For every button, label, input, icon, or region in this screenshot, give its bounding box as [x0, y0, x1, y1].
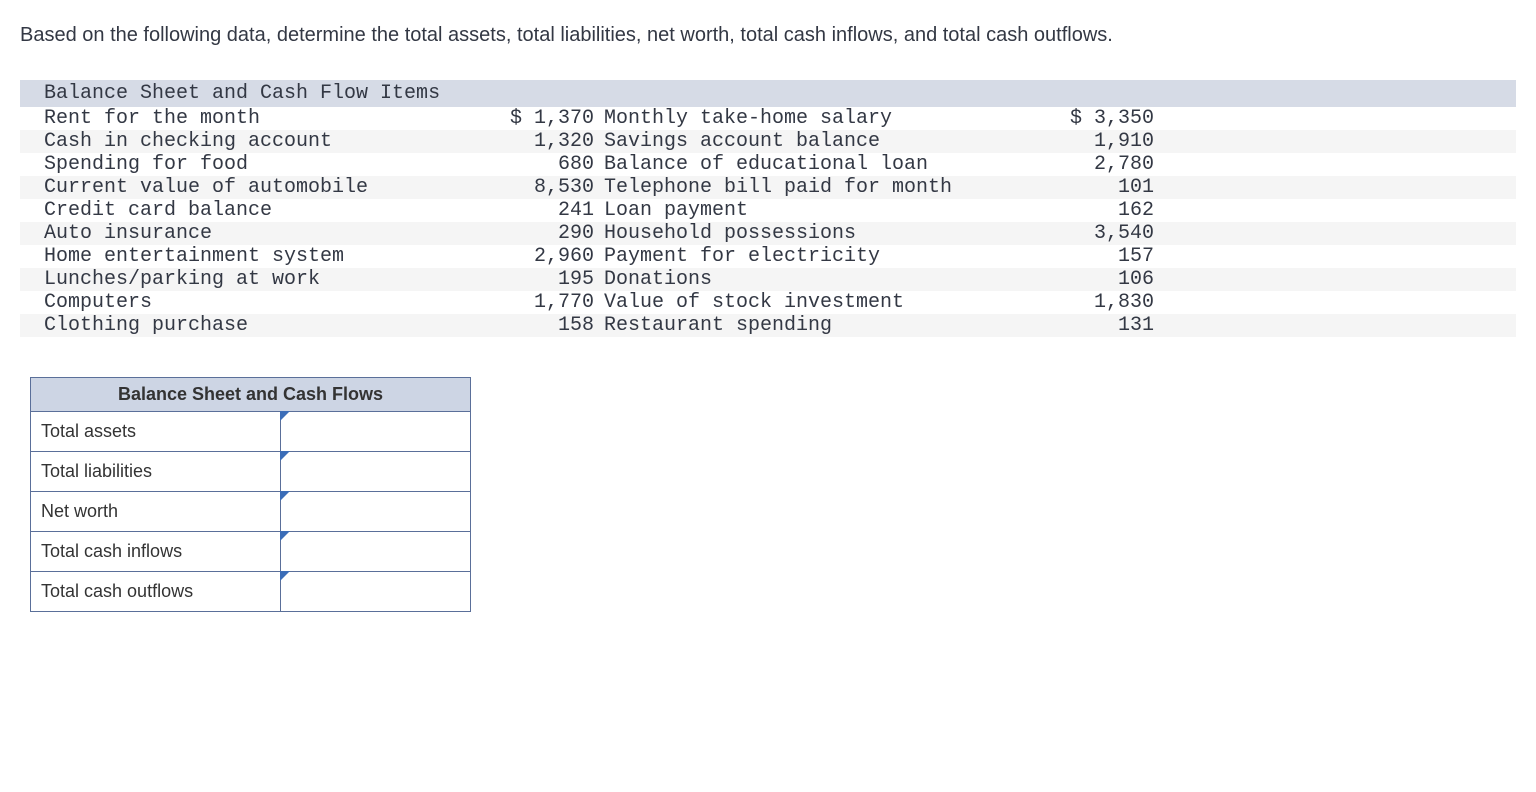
question-prompt: Based on the following data, determine t… — [20, 20, 1516, 50]
item-label-left: Current value of automobile — [44, 176, 474, 199]
answer-input-cell[interactable] — [281, 452, 471, 492]
data-row: Current value of automobile8,530Telephon… — [20, 176, 1516, 199]
answer-input[interactable] — [281, 572, 470, 611]
item-label-right: Savings account balance — [594, 130, 1024, 153]
answer-input[interactable] — [281, 492, 470, 531]
data-row: Cash in checking account1,320Savings acc… — [20, 130, 1516, 153]
data-table-header: Balance Sheet and Cash Flow Items — [20, 80, 1516, 107]
item-label-left: Lunches/parking at work — [44, 268, 474, 291]
item-label-right: Value of stock investment — [594, 291, 1024, 314]
item-value-left: 290 — [474, 222, 594, 245]
data-row: Rent for the month$ 1,370Monthly take-ho… — [20, 107, 1516, 130]
answer-table-header: Balance Sheet and Cash Flows — [31, 378, 471, 412]
item-value-right: 2,780 — [1024, 153, 1154, 176]
data-row: Auto insurance290Household possessions3,… — [20, 222, 1516, 245]
data-row: Clothing purchase158Restaurant spending1… — [20, 314, 1516, 337]
item-value-left: 195 — [474, 268, 594, 291]
item-label-left: Computers — [44, 291, 474, 314]
item-value-right: 3,540 — [1024, 222, 1154, 245]
data-row: Credit card balance241Loan payment162 — [20, 199, 1516, 222]
item-value-left: 158 — [474, 314, 594, 337]
item-label-left: Clothing purchase — [44, 314, 474, 337]
answer-label: Total cash inflows — [31, 532, 281, 572]
answer-input[interactable] — [281, 452, 470, 491]
item-label-left: Spending for food — [44, 153, 474, 176]
item-label-right: Payment for electricity — [594, 245, 1024, 268]
answer-label: Net worth — [31, 492, 281, 532]
answer-row: Total cash inflows — [31, 532, 471, 572]
data-row: Spending for food680Balance of education… — [20, 153, 1516, 176]
answer-label: Total liabilities — [31, 452, 281, 492]
item-label-left: Cash in checking account — [44, 130, 474, 153]
answer-input-cell[interactable] — [281, 412, 471, 452]
item-label-right: Household possessions — [594, 222, 1024, 245]
data-row: Lunches/parking at work195Donations106 — [20, 268, 1516, 291]
item-value-right: 131 — [1024, 314, 1154, 337]
item-value-left: $ 1,370 — [474, 107, 594, 130]
data-table: Balance Sheet and Cash Flow Items Rent f… — [20, 80, 1516, 337]
answer-input-cell[interactable] — [281, 532, 471, 572]
item-value-left: 8,530 — [474, 176, 594, 199]
answer-label: Total cash outflows — [31, 572, 281, 612]
item-label-left: Credit card balance — [44, 199, 474, 222]
input-marker-icon — [280, 411, 290, 421]
answer-input[interactable] — [281, 412, 470, 451]
item-label-left: Auto insurance — [44, 222, 474, 245]
item-value-left: 1,320 — [474, 130, 594, 153]
input-marker-icon — [280, 531, 290, 541]
answer-input-cell[interactable] — [281, 492, 471, 532]
item-label-right: Balance of educational loan — [594, 153, 1024, 176]
answer-row: Total cash outflows — [31, 572, 471, 612]
item-value-right: $ 3,350 — [1024, 107, 1154, 130]
answer-row: Total liabilities — [31, 452, 471, 492]
item-label-right: Loan payment — [594, 199, 1024, 222]
item-label-right: Donations — [594, 268, 1024, 291]
item-label-left: Rent for the month — [44, 107, 474, 130]
item-value-left: 680 — [474, 153, 594, 176]
data-row: Home entertainment system2,960Payment fo… — [20, 245, 1516, 268]
item-label-right: Telephone bill paid for month — [594, 176, 1024, 199]
item-value-left: 2,960 — [474, 245, 594, 268]
item-label-left: Home entertainment system — [44, 245, 474, 268]
answer-input[interactable] — [281, 532, 470, 571]
item-value-right: 162 — [1024, 199, 1154, 222]
item-value-right: 1,910 — [1024, 130, 1154, 153]
input-marker-icon — [280, 451, 290, 461]
item-value-right: 157 — [1024, 245, 1154, 268]
answer-row: Total assets — [31, 412, 471, 452]
answer-input-cell[interactable] — [281, 572, 471, 612]
input-marker-icon — [280, 571, 290, 581]
item-value-left: 241 — [474, 199, 594, 222]
item-value-left: 1,770 — [474, 291, 594, 314]
input-marker-icon — [280, 491, 290, 501]
item-value-right: 101 — [1024, 176, 1154, 199]
item-value-right: 1,830 — [1024, 291, 1154, 314]
answer-label: Total assets — [31, 412, 281, 452]
item-label-right: Monthly take-home salary — [594, 107, 1024, 130]
item-label-right: Restaurant spending — [594, 314, 1024, 337]
data-row: Computers1,770Value of stock investment1… — [20, 291, 1516, 314]
answer-row: Net worth — [31, 492, 471, 532]
answer-table: Balance Sheet and Cash Flows Total asset… — [30, 377, 471, 612]
item-value-right: 106 — [1024, 268, 1154, 291]
